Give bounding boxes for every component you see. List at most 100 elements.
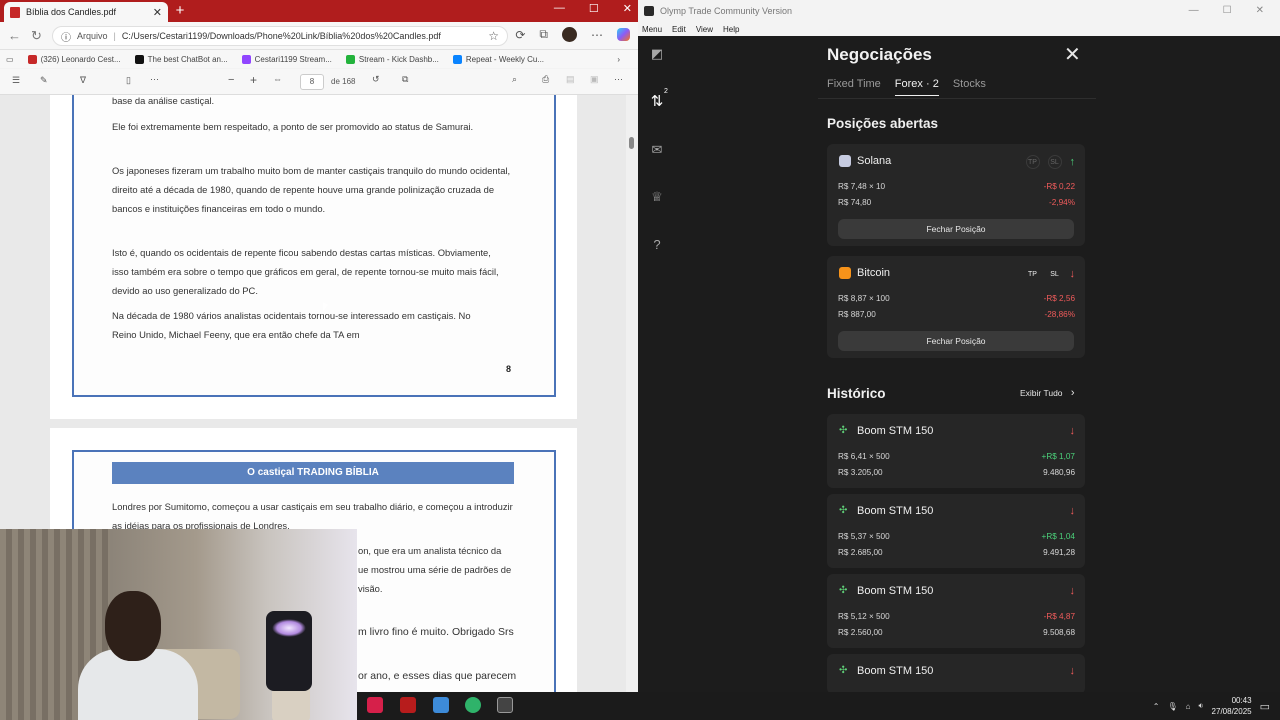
taskbar-app-icon[interactable] <box>465 697 481 713</box>
split-screen-icon[interactable]: ⧉ <box>539 27 548 42</box>
copilot-icon[interactable] <box>617 28 630 41</box>
sl-button[interactable]: SL <box>1047 155 1062 169</box>
extensions-icon[interactable]: ⟳ <box>515 28 525 42</box>
close-icon[interactable]: ✕ <box>623 2 632 15</box>
chart-icon[interactable]: ◩ <box>649 46 665 62</box>
bookmark-item[interactable]: Stream - Kick Dashb... <box>345 54 439 64</box>
zoom-in-icon[interactable]: + <box>250 73 257 87</box>
asset-row: ✣ Boom STM 150 <box>839 425 933 437</box>
bookmark-item[interactable]: Cestari1199 Stream... <box>241 54 332 64</box>
tab-divider <box>818 98 1096 99</box>
position-percent: -2,94% <box>1049 198 1075 207</box>
maximize-icon[interactable]: ☐ <box>589 2 599 15</box>
menu-item[interactable]: View <box>696 25 713 34</box>
asset-name: Bitcoin <box>857 267 891 279</box>
close-icon[interactable]: ✕ <box>1256 5 1264 16</box>
clock[interactable]: 00:43 27/08/2025 <box>1212 695 1252 717</box>
tp-button[interactable]: TP <box>1025 155 1040 169</box>
help-icon[interactable]: ? <box>649 237 665 253</box>
olymp-window: Olymp Trade Community Version — ☐ ✕ Menu… <box>638 0 1280 694</box>
trophy-icon[interactable]: ♕ <box>649 189 665 205</box>
taskbar-app-icon[interactable] <box>400 697 416 713</box>
page-text-line: m livro fino é muito. Obrigado Srs <box>358 626 514 638</box>
back-icon[interactable]: ← <box>8 28 21 43</box>
close-position-button[interactable]: Fechar Posição <box>838 219 1074 239</box>
inbox-icon[interactable]: ✉ <box>649 142 665 158</box>
new-tab-button[interactable]: + <box>172 2 188 20</box>
history-row: R$ 2.560,00 9.508,68 <box>838 628 1075 637</box>
menu-item[interactable]: Help <box>723 25 739 34</box>
microphone-icon[interactable]: 🎙︎ <box>1168 702 1178 711</box>
refresh-icon[interactable]: ↻ <box>31 28 42 44</box>
history-card[interactable]: ✣ Boom STM 150 ↓ <box>827 654 1085 694</box>
more-tools-icon[interactable]: ⋯ <box>150 74 159 85</box>
print-icon[interactable]: ⎙ <box>542 74 549 85</box>
history-card[interactable]: ✣ Boom STM 150 ↓ R$ 5,12 × 500 -R$ 4,87 … <box>827 574 1085 648</box>
search-icon[interactable]: ⌕ <box>512 74 517 85</box>
two-page-icon[interactable]: ⧉ <box>402 74 408 85</box>
more-menu-icon[interactable]: ⋯ <box>591 28 603 42</box>
position-amount: R$ 887,00 <box>838 310 876 319</box>
taskbar-app-icon[interactable] <box>433 697 449 713</box>
olymp-app-icon <box>644 6 654 16</box>
close-tab-icon[interactable]: ✕ <box>153 6 162 19</box>
page-number-input[interactable]: 8 <box>300 74 324 90</box>
minimize-icon[interactable]: — <box>1189 5 1199 16</box>
tab-pdf[interactable]: Bíblia dos Candles.pdf ✕ <box>4 2 168 22</box>
highlight-icon[interactable]: ✎ <box>40 75 48 86</box>
page-view-icon[interactable]: ▯ <box>126 75 131 86</box>
notifications-icon[interactable]: ▭ <box>1260 700 1270 713</box>
bookmark-item[interactable]: Repeat - Weekly Cu... <box>452 54 544 64</box>
history-card[interactable]: ✣ Boom STM 150 ↓ R$ 5,37 × 500 +R$ 1,04 … <box>827 494 1085 568</box>
arrow-up-icon: ↑ <box>1069 156 1076 168</box>
tp-button[interactable]: TP <box>1026 267 1040 281</box>
history-rate: R$ 5,12 × 500 <box>838 612 890 621</box>
position-card[interactable]: Solana TP SL ↑ R$ 7,48 × 10 -R$ 0,22 R$ … <box>827 144 1085 246</box>
star-icon[interactable]: ☆ <box>488 29 499 43</box>
settings-more-icon[interactable]: ⋯ <box>614 74 623 85</box>
tab-stocks[interactable]: Stocks <box>953 78 986 96</box>
network-icon[interactable]: ⌂ <box>1186 702 1191 711</box>
position-rate: R$ 7,48 × 10 <box>838 182 886 191</box>
contents-icon[interactable]: ☰ <box>12 75 20 86</box>
pdf-scrollbar[interactable] <box>626 95 638 692</box>
save-icon[interactable]: ▤ <box>566 74 575 85</box>
history-pl: +R$ 1,04 <box>1041 532 1075 541</box>
menu-item[interactable]: Menu <box>642 25 662 34</box>
taskbar-app-icon[interactable] <box>497 697 513 713</box>
history-title: Histórico <box>827 386 886 401</box>
scrollbar-thumb[interactable] <box>629 137 634 149</box>
person-head <box>105 591 161 661</box>
taskbar-app-icon[interactable] <box>367 697 383 713</box>
chevron-right-icon[interactable]: › <box>617 55 620 64</box>
volume-icon[interactable]: 🔉︎ <box>1199 701 1204 711</box>
position-card[interactable]: Bitcoin TP SL ↓ R$ 8,87 × 100 -R$ 2,56 R… <box>827 256 1085 358</box>
chevron-up-icon[interactable]: ⌃ <box>1153 702 1160 711</box>
sl-button[interactable]: SL <box>1048 267 1062 281</box>
profile-avatar[interactable] <box>562 27 577 42</box>
close-panel-icon[interactable]: ✕ <box>1064 42 1081 67</box>
bookmarks-bar-icon[interactable]: ▭ <box>6 55 14 64</box>
draw-icon[interactable]: ∇ <box>80 75 86 86</box>
position-percent: -28,86% <box>1044 310 1076 319</box>
bookmark-item[interactable]: (326) Leonardo Cest... <box>27 54 121 64</box>
menu-item[interactable]: Edit <box>672 25 686 34</box>
twitch-icon <box>241 54 251 64</box>
history-card[interactable]: ✣ Boom STM 150 ↓ R$ 6,41 × 500 +R$ 1,07 … <box>827 414 1085 488</box>
browser-actions: ⟳ ⧉ ⋯ <box>515 27 630 42</box>
maximize-icon[interactable]: ☐ <box>1223 5 1232 16</box>
rotate-icon[interactable]: ↺ <box>372 74 380 85</box>
show-all-link[interactable]: Exibir Tudo › <box>1020 387 1075 399</box>
save-as-icon[interactable]: ▣ <box>590 74 599 85</box>
url-box[interactable]: ⓘ Arquivo | C:/Users/Cestari1199/Downloa… <box>52 26 508 46</box>
trades-icon[interactable]: ⇅ <box>649 94 665 110</box>
zoom-out-icon[interactable]: − <box>228 74 234 86</box>
bookmark-item[interactable]: The best ChatBot an... <box>134 54 228 64</box>
fit-page-icon[interactable]: ⇔ <box>273 74 282 84</box>
minimize-icon[interactable]: — <box>554 2 565 15</box>
close-position-button[interactable]: Fechar Posição <box>838 331 1074 351</box>
history-row: R$ 6,41 × 500 +R$ 1,07 <box>838 452 1075 461</box>
tab-forex[interactable]: Forex · 2 <box>894 78 939 96</box>
tab-fixed-time[interactable]: Fixed Time <box>827 78 881 96</box>
position-pl: -R$ 0,22 <box>1043 182 1075 191</box>
